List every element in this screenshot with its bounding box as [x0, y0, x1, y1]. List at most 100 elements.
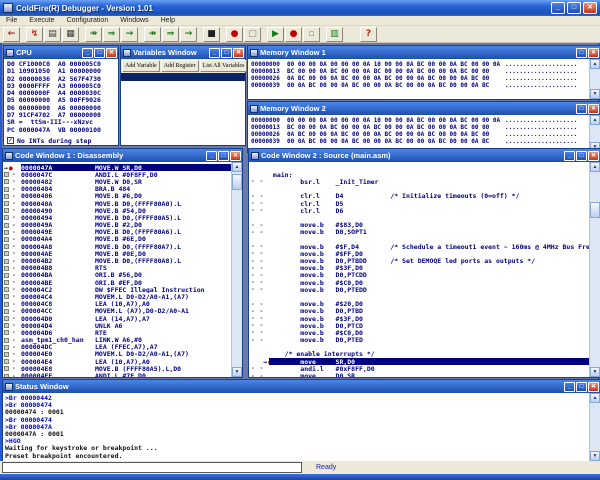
source-row[interactable]: --→● move SR,D0 — [249, 358, 589, 365]
gutter[interactable]: -→● — [3, 186, 21, 193]
source-row[interactable]: --→● — [249, 186, 589, 193]
variables-toolbar-button[interactable]: Add Variable — [122, 60, 160, 72]
gutter-box-icon[interactable] — [4, 266, 9, 271]
gutter[interactable]: -→● — [3, 229, 21, 236]
disassembly-row[interactable]: -→● 000004EE ANDI.L #7F,D0 — [3, 372, 231, 377]
cpu-window-titlebar[interactable]: CPU _ □ ✕ — [4, 46, 118, 59]
source-row[interactable]: --→● move.b D0,SOPT1 — [249, 229, 589, 236]
scrollbar[interactable]: ▲ ▼ — [589, 162, 600, 377]
disassembly-row[interactable]: -→● 0000047A MOVE.W SR,D0 — [3, 164, 231, 171]
gutter[interactable]: -→● — [3, 243, 21, 250]
gutter[interactable]: -→● — [3, 337, 21, 344]
gutter[interactable]: -→● — [3, 236, 21, 243]
close-button[interactable]: ✕ — [588, 104, 599, 114]
gutter-box-icon[interactable] — [4, 237, 9, 242]
close-button[interactable]: ✕ — [588, 48, 599, 58]
gutter-box-icon[interactable] — [4, 352, 9, 357]
gutter-box-icon[interactable] — [4, 366, 9, 371]
gutter[interactable]: -→● — [3, 351, 21, 358]
close-button[interactable]: ✕ — [588, 382, 599, 392]
source-row[interactable]: --→● move.b #$F,D4 /* Schedule a timeout… — [249, 243, 589, 250]
minimize-button[interactable]: _ — [564, 382, 575, 392]
gutter[interactable]: --→● — [249, 315, 269, 322]
gutter-box-icon[interactable] — [4, 287, 9, 292]
gutter-box-icon[interactable] — [4, 208, 9, 213]
scrollbar[interactable]: ▲ ▼ — [231, 162, 242, 377]
source-row[interactable]: --→● — [249, 344, 589, 351]
gutter[interactable]: --→● — [249, 272, 269, 279]
maximize-button[interactable]: □ — [576, 104, 587, 114]
source-window-titlebar[interactable]: Code Window 2 : Source (main.asm) _ □ ✕ — [249, 149, 600, 162]
disassembly-row[interactable]: -→● 000004B2 MOVE.B D0,(FFFF80A8).L — [3, 257, 231, 264]
toolbar-clear-breakpoint-icon[interactable]: □ — [244, 27, 261, 42]
source-row[interactable]: --→● clr.l D4 /* Initialize timeouts (0=… — [249, 193, 589, 200]
disassembly-row[interactable]: -→● 00000490 MOVE.B #54,D0 — [3, 207, 231, 214]
toolbar-load-module-icon[interactable]: ▤ — [44, 27, 61, 42]
gutter[interactable]: --→● — [249, 301, 269, 308]
command-input[interactable] — [2, 462, 302, 473]
disassembly-row[interactable]: -→● 000004E0 MOVEM.L D0-D2/A0-A1,(A7) — [3, 351, 231, 358]
gutter[interactable]: -→● — [3, 164, 21, 171]
close-button[interactable]: ✕ — [106, 48, 117, 58]
gutter[interactable]: --→● — [249, 329, 269, 336]
gutter[interactable]: --→● — [249, 344, 269, 351]
gutter[interactable]: -→● — [3, 315, 21, 322]
source-row[interactable]: --→● andi.l #0xF8FF,D0 — [249, 365, 589, 372]
toolbar-step-asm-icon[interactable]: ↠ — [85, 27, 102, 42]
gutter[interactable]: --→● — [249, 236, 269, 243]
gutter[interactable]: -→● — [3, 365, 21, 372]
gutter-box-icon[interactable] — [4, 316, 9, 321]
scrollbar[interactable]: ▲ ▼ — [589, 115, 600, 152]
minimize-button[interactable]: _ — [551, 2, 565, 14]
toolbar-help-icon[interactable]: ? — [360, 27, 377, 42]
source-row[interactable]: --→● /* enable interrupts */ — [249, 351, 589, 358]
gutter[interactable]: --→● — [249, 322, 269, 329]
scroll-up-icon[interactable]: ▲ — [590, 162, 600, 172]
gutter[interactable]: -→● — [3, 214, 21, 221]
gutter[interactable]: -→● — [3, 301, 21, 308]
disassembly-row[interactable]: -→● 000004A4 MOVE.B #6E,D0 — [3, 236, 231, 243]
gutter[interactable]: --→● — [249, 243, 269, 250]
gutter[interactable]: -→● — [3, 322, 21, 329]
disassembly-row[interactable]: -→● asm_tpm1_ch0_han LINK.W A6,#0 — [3, 337, 231, 344]
source-row[interactable]: --→● move.b #$83,D0 — [249, 222, 589, 229]
gutter[interactable]: --→● — [249, 286, 269, 293]
gutter-box-icon[interactable] — [4, 374, 9, 377]
gutter[interactable]: -→● — [3, 373, 21, 377]
disassembly-row[interactable]: -→● 000004A8 MOVE.B D0,(FFFF80A7).L — [3, 243, 231, 250]
gutter-box-icon[interactable] — [4, 179, 9, 184]
gutter[interactable]: -→● — [3, 265, 21, 272]
maximize-button[interactable]: □ — [576, 382, 587, 392]
scroll-down-icon[interactable]: ▼ — [590, 451, 600, 461]
gutter[interactable]: -→● — [3, 258, 21, 265]
source-row[interactable]: --→● move.b D0,PTEDD — [249, 286, 589, 293]
gutter[interactable]: --→● — [249, 351, 269, 358]
gutter-box-icon[interactable] — [4, 230, 9, 235]
maximize-button[interactable]: □ — [218, 151, 229, 161]
source-row[interactable]: --→● bsr.l _Init_Timer — [249, 178, 589, 185]
disassembly-row[interactable]: -→● 000004BE ORI.B #EF,D0 — [3, 279, 231, 286]
gutter-box-icon[interactable] — [4, 172, 9, 177]
gutter-box-icon[interactable] — [4, 251, 9, 256]
gutter[interactable]: -→● — [3, 222, 21, 229]
gutter[interactable]: --→● — [249, 207, 269, 214]
disassembly-row[interactable]: -→● 0000047C ANDI.L #0F8FF,D0 — [3, 171, 231, 178]
gutter-box-icon[interactable] — [4, 244, 9, 249]
scroll-down-icon[interactable]: ▼ — [590, 367, 600, 377]
disassembly-row[interactable]: -→● 000004C2 DW $FFEC Illegal Instructio… — [3, 286, 231, 293]
menu-item[interactable]: Configuration — [61, 16, 115, 25]
disassembly-row[interactable]: -→● 0000049A MOVE.B #2,D0 — [3, 222, 231, 229]
source-row[interactable]: --→● move.b #$C0,D0 — [249, 329, 589, 336]
close-button[interactable]: ✕ — [230, 151, 241, 161]
source-row[interactable]: --→● move.b #$FF,D0 — [249, 250, 589, 257]
maximize-button[interactable]: □ — [94, 48, 105, 58]
disassembly-window-titlebar[interactable]: Code Window 1 : Disassembly _ □ ✕ — [3, 149, 242, 162]
disassembly-row[interactable]: -→● 0000048A MOVE.B D0,(FFFF80A0).L — [3, 200, 231, 207]
minimize-button[interactable]: _ — [209, 48, 220, 58]
toolbar-halt-icon[interactable]: ■ — [203, 27, 220, 42]
close-button[interactable]: ✕ — [233, 48, 244, 58]
gutter[interactable]: -→● — [3, 308, 21, 315]
gutter-box-icon[interactable] — [4, 187, 9, 192]
toolbar-run-hl-icon[interactable]: → — [180, 27, 197, 42]
gutter[interactable]: --→● — [249, 373, 269, 377]
